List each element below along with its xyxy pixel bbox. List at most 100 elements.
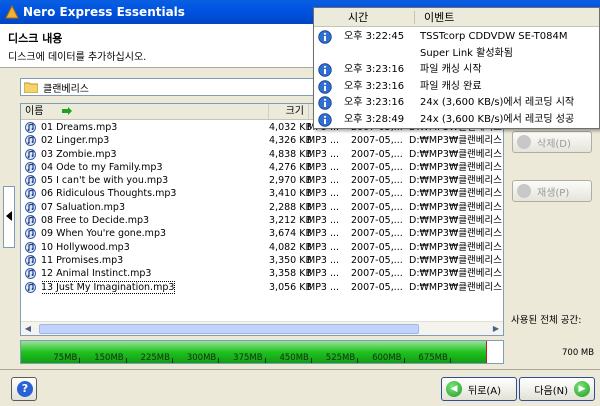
file-date: 2007-05,... — [351, 201, 403, 213]
file-size: 4,326 KB — [269, 135, 311, 147]
capacity-tick-label: 300MB — [186, 353, 217, 363]
audio-file-icon — [25, 215, 36, 227]
event-text: 24x (3,600 KB/s)에서 레코딩 성공 — [420, 113, 575, 125]
file-date: 2007-05,... — [351, 161, 403, 173]
event-time: 오후 3:23:16 — [344, 64, 405, 75]
file-size: 3,056 KB — [269, 281, 311, 293]
capacity-tick-line — [264, 358, 266, 363]
help-button[interactable]: ? — [11, 377, 37, 401]
file-name: 13 Just My Imagination.mp3 — [41, 280, 176, 294]
file-row[interactable]: 04 Ode to my Family.mp3 4,276 KB MP3 ... 20… — [21, 161, 503, 174]
capacity-tick-label: 75MB — [53, 353, 78, 363]
capacity-tick-label: 675MB — [418, 353, 448, 363]
capacity-tick-line — [79, 358, 81, 363]
info-icon — [318, 30, 332, 44]
file-type: MP3 ... — [307, 228, 340, 240]
arrow-right-icon: ▶ — [574, 381, 590, 397]
event-text: 24x (3,600 KB/s)에서 레코딩 시작 — [420, 97, 575, 108]
file-name: 10 Hollywood.mp3 — [41, 241, 130, 253]
info-icon — [318, 112, 332, 127]
event-time: 오후 3:28:49 — [344, 113, 405, 125]
file-row[interactable]: 03 Zombie.mp3 4,838 KB MP3 ... 2007-05,... D… — [21, 148, 503, 161]
file-row[interactable]: 08 Free to Decide.mp3 3,212 KB MP3 ... 2007… — [21, 214, 503, 227]
event-text: 파일 캐싱 완료 — [420, 80, 482, 92]
file-type: MP3 ... — [307, 135, 340, 147]
file-size: 3,212 KB — [269, 215, 311, 227]
file-row[interactable]: 09 When You're gone.mp3 3,674 KB MP3 ... 20… — [21, 227, 503, 240]
scrollbar-thumb[interactable] — [39, 324, 419, 334]
info-icon — [318, 63, 332, 77]
file-row[interactable]: 05 I can't be with you.mp3 2,970 KB MP3 ..… — [21, 174, 503, 187]
capacity-tick-line — [310, 358, 312, 363]
column-header-name[interactable]: 이름 — [21, 104, 269, 119]
capacity-tick-label: 600MB — [372, 353, 402, 363]
nero-logo-icon — [5, 5, 19, 19]
info-icon — [318, 79, 332, 94]
file-name: 02 Linger.mp3 — [41, 135, 110, 147]
audio-file-icon — [25, 148, 36, 160]
scroll-right-arrow-icon[interactable]: ▶ — [489, 322, 503, 335]
column-separator — [414, 11, 415, 24]
event-row: 오후 3:23:16 24x (3,600 KB/s)에서 레코딩 시작 — [314, 95, 599, 112]
horizontal-scrollbar[interactable]: ◀ ▶ — [21, 321, 503, 335]
file-date: 2007-05,... — [351, 254, 403, 266]
file-type: MP3 ... — [307, 268, 340, 280]
audio-file-icon — [25, 188, 36, 200]
file-type: MP3 ... — [307, 254, 340, 266]
folder-name: 클랜베리스 — [43, 83, 89, 95]
file-row[interactable]: 02 Linger.mp3 4,326 KB MP3 ... 2007-05,... D… — [21, 134, 503, 147]
help-icon: ? — [17, 381, 33, 397]
file-row[interactable]: 11 Promises.mp3 3,350 KB MP3 ... 2007-05,..… — [21, 254, 503, 267]
file-path: D:₩MP3₩클랜베리스... — [409, 215, 504, 227]
file-row[interactable]: 07 Saluation.mp3 2,288 KB MP3 ... 2007-05,.… — [21, 201, 503, 214]
delete-button[interactable]: 삭제(D) — [512, 131, 592, 153]
event-time: 오후 3:23:16 — [344, 97, 405, 108]
back-button[interactable]: ◀ 뒤로(A) — [441, 377, 517, 401]
play-icon — [517, 184, 531, 198]
window-title: Nero Express Essentials — [23, 5, 185, 19]
file-date: 2007-05,... — [351, 188, 403, 200]
file-size: 3,674 KB — [269, 228, 311, 240]
file-date: 2007-05,... — [351, 281, 403, 293]
event-log-rows: 오후 3:22:45 TSSTcorp CDDVDW SE-T084M Super … — [314, 29, 599, 129]
delete-icon — [517, 135, 531, 149]
file-list[interactable]: 이름 크기 종 01 Dreams.mp34,032 KBMP3 ...2007… — [20, 103, 504, 336]
capacity-max-label: 700 MB — [562, 348, 595, 358]
event-row: 오후 3:23:16 파일 캐싱 완료 — [314, 79, 599, 96]
audio-file-icon — [25, 281, 36, 293]
file-type: MP3 ... — [307, 215, 340, 227]
file-row[interactable]: 10 Hollywood.mp3 4,082 KB MP3 ... 2007-05,.… — [21, 241, 503, 254]
side-panel-toggle[interactable] — [3, 186, 15, 248]
file-type: MP3 ... — [307, 241, 340, 253]
file-size: 2,970 KB — [269, 175, 311, 187]
file-size: 4,032 KB — [269, 122, 311, 133]
column-header-size[interactable]: 크기 — [269, 104, 309, 119]
event-time: 오후 3:22:45 — [344, 31, 405, 42]
column-header-event: 이벤트 — [424, 11, 455, 24]
file-list-rows: 01 Dreams.mp3 4,032 KB MP3 ... 2007-05,... D… — [21, 121, 503, 294]
scroll-left-arrow-icon[interactable]: ◀ — [21, 322, 35, 335]
audio-file-icon — [25, 268, 36, 280]
event-log-header: 시간 이벤트 — [314, 8, 599, 27]
file-path: D:₩MP3₩클랜베리스... — [409, 254, 504, 266]
event-log-popup[interactable]: 시간 이벤트 오후 3:22:45 TSSTcorp CDDVDW SE-T084… — [313, 7, 600, 129]
file-path: D:₩MP3₩클랜베리스... — [409, 201, 504, 213]
file-row[interactable]: 06 Ridiculous Thoughts.mp3 3,410 KB MP3 ..… — [21, 187, 503, 200]
file-name: 08 Free to Decide.mp3 — [41, 215, 150, 227]
file-row[interactable]: 12 Animal Instinct.mp3 3,358 KB MP3 ... 200… — [21, 267, 503, 280]
capacity-tick-line — [357, 358, 359, 363]
file-path: D:₩MP3₩클랜베리스... — [409, 268, 504, 280]
event-text: Super Link 활성화됨 — [420, 47, 513, 59]
file-size: 3,350 KB — [269, 254, 311, 266]
file-size: 4,838 KB — [269, 148, 311, 160]
file-name: 07 Saluation.mp3 — [41, 201, 125, 213]
capacity-tick-label: 225MB — [140, 353, 170, 363]
file-date: 2007-05,... — [351, 228, 403, 240]
event-row: 오후 3:28:49 24x (3,600 KB/s)에서 레코딩 성공 — [314, 112, 599, 129]
capacity-tick-label: 450MB — [279, 353, 309, 363]
next-button[interactable]: 다음(N) ▶ — [519, 377, 595, 401]
file-name: 09 When You're gone.mp3 — [41, 228, 167, 240]
file-name: 06 Ridiculous Thoughts.mp3 — [41, 188, 177, 200]
play-button[interactable]: 재생(P) — [512, 180, 592, 202]
file-row[interactable]: 13 Just My Imagination.mp3 3,056 KB MP3 ..… — [21, 280, 503, 294]
